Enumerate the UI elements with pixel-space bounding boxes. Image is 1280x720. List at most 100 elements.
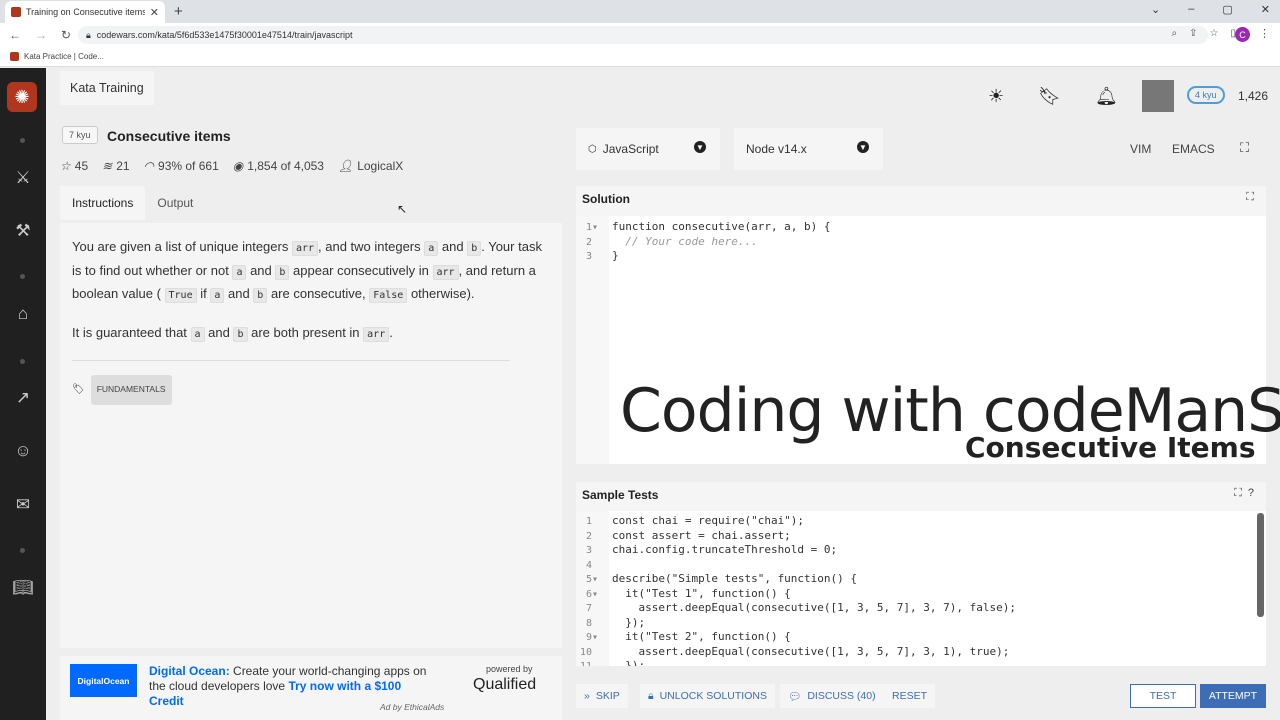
sidebar-chat-icon[interactable]: ✉ — [0, 495, 46, 515]
code-line[interactable]: 6▾ it("Test 1", function() { — [576, 587, 791, 602]
satisfaction-icon: ◠ — [143, 159, 155, 173]
code-line[interactable]: 7 assert.deepEqual(consecutive([1, 3, 5,… — [576, 601, 1016, 616]
kyu-badge: 7 kyu — [62, 126, 98, 144]
solution-label: Solution — [582, 192, 630, 206]
profile-avatar[interactable]: C — [1235, 27, 1250, 42]
code-text: }); — [612, 659, 646, 666]
code-line[interactable]: 10 assert.deepEqual(consecutive([1, 3, 5… — [576, 645, 1009, 660]
minimize-icon[interactable]: – — [1188, 3, 1194, 16]
kata-title[interactable]: Consecutive items — [107, 128, 231, 144]
browser-tab[interactable]: Training on Consecutive items | C ✕ — [5, 1, 165, 23]
emacs-mode-button[interactable]: EMACS — [1172, 142, 1215, 156]
bookmark-kata-practice[interactable]: Kata Practice | Code... — [24, 52, 104, 61]
qualified-logo[interactable]: Qualified — [473, 676, 536, 694]
close-window-icon[interactable]: ✕ — [1261, 3, 1270, 16]
code-text: const chai = require("chai"); — [612, 514, 805, 527]
vim-mode-button[interactable]: VIM — [1130, 142, 1151, 156]
codewars-logo-icon[interactable]: ✺ — [7, 82, 37, 112]
solution-expand-icon[interactable]: ⛶ — [1246, 191, 1254, 204]
forward-icon[interactable]: → — [35, 28, 47, 42]
sidebar-docs-icon[interactable]: 📖︎ — [0, 578, 46, 598]
sidebar-briefcase-icon[interactable]: ⌂ — [0, 304, 46, 324]
ethical-ads-link[interactable]: Ad by EthicalAds — [380, 702, 444, 712]
line-number: 11 — [576, 660, 598, 666]
stars-stat[interactable]: ☆ 45 — [60, 159, 88, 173]
bookmark-star-icon[interactable]: ☆ — [1210, 28, 1219, 39]
new-tab-icon[interactable]: + — [174, 3, 183, 20]
sidebar-training-icon[interactable]: ⚔ — [0, 168, 46, 188]
satisfaction-stat: ◠ 93% of 661 — [143, 159, 219, 173]
line-number: 10 — [579, 646, 598, 658]
skip-button[interactable]: » SKIP — [576, 684, 628, 708]
tests-expand-help-icons[interactable]: ⛶ ? — [1234, 487, 1254, 500]
sidebar-discord-icon[interactable]: ☺ — [0, 441, 46, 461]
unlock-solutions-button[interactable]: 🔒︎ UNLOCK SOLUTIONS — [640, 684, 775, 708]
fullscreen-icon[interactable]: ⛶ — [1240, 140, 1249, 156]
sidebar-dot — [20, 138, 25, 143]
line-number: 3 — [585, 545, 598, 556]
user-avatar[interactable] — [1142, 80, 1174, 112]
sample-tests-pane: Sample Tests ⛶ ? 1 const chai = require(… — [576, 482, 1266, 666]
tests-editor[interactable]: 1 const chai = require("chai"); 2 const a… — [576, 511, 1266, 666]
code-line[interactable]: 9▾ it("Test 2", function() { — [576, 630, 791, 645]
code-line[interactable]: 1 const chai = require("chai"); — [576, 514, 804, 529]
tab-instructions[interactable]: Instructions — [60, 186, 146, 220]
reset-button[interactable]: RESET — [884, 684, 936, 708]
lock-icon: 🔒︎ — [86, 29, 91, 40]
code-line[interactable]: 2 const assert = chai.assert; — [576, 529, 791, 544]
zoom-icon[interactable]: ⌕ — [1172, 28, 1178, 39]
notifications-bell-icon[interactable]: 🔔︎ — [1095, 86, 1118, 107]
digitalocean-logo[interactable]: DigitalOcean — [70, 664, 137, 697]
code-line[interactable]: 5▾ describe("Simple tests", function() { — [576, 572, 857, 587]
tests-scrollbar[interactable] — [1257, 513, 1264, 617]
bookmark-icon[interactable]: 🔖︎ — [1038, 86, 1061, 107]
completed-stat: ◉ 1,854 of 4,053 — [232, 159, 324, 173]
tab-output[interactable]: Output — [145, 186, 205, 220]
author-stat[interactable]: 👤︎ LogicalX — [338, 159, 403, 173]
browser-menu-icon[interactable]: ⋮ — [1259, 27, 1270, 40]
theme-toggle-icon[interactable]: ☀ — [988, 86, 1004, 107]
browser-tab-bar: Training on Consecutive items | C ✕ + ⌄ … — [0, 0, 1280, 23]
code-line[interactable]: 8 }); — [576, 616, 645, 631]
code-line[interactable]: 4 — [576, 558, 598, 573]
tag-icon: 🏷︎ — [72, 384, 85, 395]
attempt-button[interactable]: ATTEMPT — [1200, 684, 1266, 708]
language-select[interactable]: ⬡ JavaScript ▼ — [576, 128, 720, 170]
chevron-down-icon: ▼ — [694, 141, 706, 153]
maximize-icon[interactable]: ▢ — [1222, 3, 1232, 16]
code-text: describe("Simple tests", function() { — [612, 572, 858, 585]
discuss-button[interactable]: 💬︎ DISCUSS (40) — [780, 684, 884, 708]
sidebar-dot — [20, 548, 25, 553]
code-text: assert.deepEqual(consecutive([1, 3, 5, 7… — [612, 601, 1016, 614]
code-line[interactable]: 3 chai.config.truncateThreshold = 0; — [576, 543, 837, 558]
code-text: it("Test 1", function() { — [612, 586, 791, 600]
version-select[interactable]: Node v14.x ▼ — [734, 128, 883, 170]
tab-title: Training on Consecutive items | C — [26, 7, 145, 17]
rank-badge[interactable]: 4 kyu — [1187, 86, 1225, 104]
code-line[interactable]: 11 }); — [576, 659, 645, 666]
url-bar[interactable]: 🔒︎ codewars.com/kata/5f6d533e1475f30001e… — [78, 26, 1208, 44]
close-tab-icon[interactable]: ✕ — [150, 6, 159, 19]
honor-score: 1,426 — [1238, 89, 1269, 103]
back-icon[interactable]: ← — [9, 28, 21, 42]
code-line[interactable]: 2 // Your code here... — [576, 235, 758, 250]
test-button[interactable]: TEST — [1130, 684, 1196, 708]
user-icon: 👤︎ — [337, 159, 354, 173]
kata-description: You are given a list of unique integers … — [60, 223, 562, 648]
line-number: 1 — [585, 516, 598, 527]
ad-banner[interactable]: DigitalOcean Digital Ocean: Create your … — [60, 656, 562, 720]
sidebar-dot — [20, 359, 25, 364]
code-line[interactable]: 3 } — [576, 249, 619, 264]
javascript-icon: ⬡ — [588, 143, 597, 155]
sidebar-leaderboard-icon[interactable]: ↗ — [0, 388, 46, 408]
tag-fundamentals[interactable]: FUNDAMENTALS — [90, 375, 172, 405]
reload-icon[interactable]: ↻ — [61, 28, 71, 42]
kata-training-tab[interactable]: Kata Training — [60, 71, 154, 105]
share-icon[interactable]: ⇪ — [1189, 28, 1197, 39]
code-line[interactable]: 1▾ function consecutive(arr, a, b) { — [576, 220, 831, 235]
line-number: 3 — [585, 251, 598, 262]
sidebar-practice-icon[interactable]: ⚒ — [0, 221, 46, 241]
tab-search-icon[interactable]: ⌄ — [1151, 3, 1160, 16]
address-bar-row: ← → ↻ 🔒︎ codewars.com/kata/5f6d533e1475f… — [0, 23, 1280, 47]
code-text: it("Test 2", function() { — [612, 630, 791, 643]
